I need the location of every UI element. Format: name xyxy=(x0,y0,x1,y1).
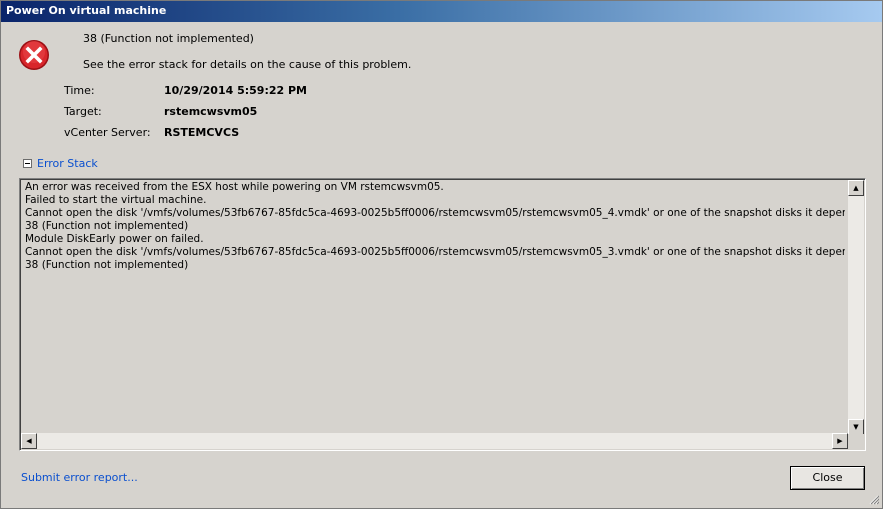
vertical-scrollbar[interactable]: ▲ ▼ xyxy=(848,180,864,435)
scroll-up-icon[interactable]: ▲ xyxy=(848,180,864,196)
close-button[interactable]: Close xyxy=(790,466,865,490)
error-stack-line: An error was received from the ESX host … xyxy=(25,181,444,193)
dialog-window: Power On virtual machine 38 (Function no… xyxy=(0,0,883,509)
error-stack-line: Module DiskEarly power on failed. xyxy=(25,233,204,245)
target-value: rstemcwsvm05 xyxy=(164,105,258,118)
collapse-icon[interactable] xyxy=(23,159,32,168)
time-label: Time: xyxy=(64,84,95,97)
scroll-left-icon[interactable]: ◀ xyxy=(21,433,37,449)
vcenter-server-value: RSTEMCVCS xyxy=(164,126,240,139)
resize-grip-icon[interactable] xyxy=(867,493,879,505)
target-label: Target: xyxy=(64,105,102,118)
scroll-right-icon[interactable]: ▶ xyxy=(832,433,848,449)
window-title: Power On virtual machine xyxy=(6,4,167,17)
time-value: 10/29/2014 5:59:22 PM xyxy=(164,84,307,97)
error-stack-content: An error was received from the ESX host … xyxy=(25,181,845,272)
error-icon xyxy=(19,40,49,70)
error-hint: See the error stack for details on the c… xyxy=(83,58,412,71)
error-code-message: 38 (Function not implemented) xyxy=(83,32,254,45)
error-stack-line: 38 (Function not implemented) xyxy=(25,259,189,271)
horizontal-scrollbar[interactable]: ◀ ▶ xyxy=(21,433,848,449)
error-stack-line: Cannot open the disk '/vmfs/volumes/53fb… xyxy=(25,246,845,258)
error-stack-line: Cannot open the disk '/vmfs/volumes/53fb… xyxy=(25,207,845,219)
vcenter-server-label: vCenter Server: xyxy=(64,126,151,139)
title-bar[interactable]: Power On virtual machine xyxy=(1,1,882,22)
error-stack-toggle[interactable]: Error Stack xyxy=(37,157,98,170)
error-stack-line: Failed to start the virtual machine. xyxy=(25,194,207,206)
submit-error-report-link[interactable]: Submit error report... xyxy=(21,471,138,484)
scroll-down-icon[interactable]: ▼ xyxy=(848,419,864,435)
error-stack-textbox[interactable]: An error was received from the ESX host … xyxy=(19,178,866,451)
error-stack-line: 38 (Function not implemented) xyxy=(25,220,189,232)
scrollbar-corner xyxy=(848,434,864,449)
